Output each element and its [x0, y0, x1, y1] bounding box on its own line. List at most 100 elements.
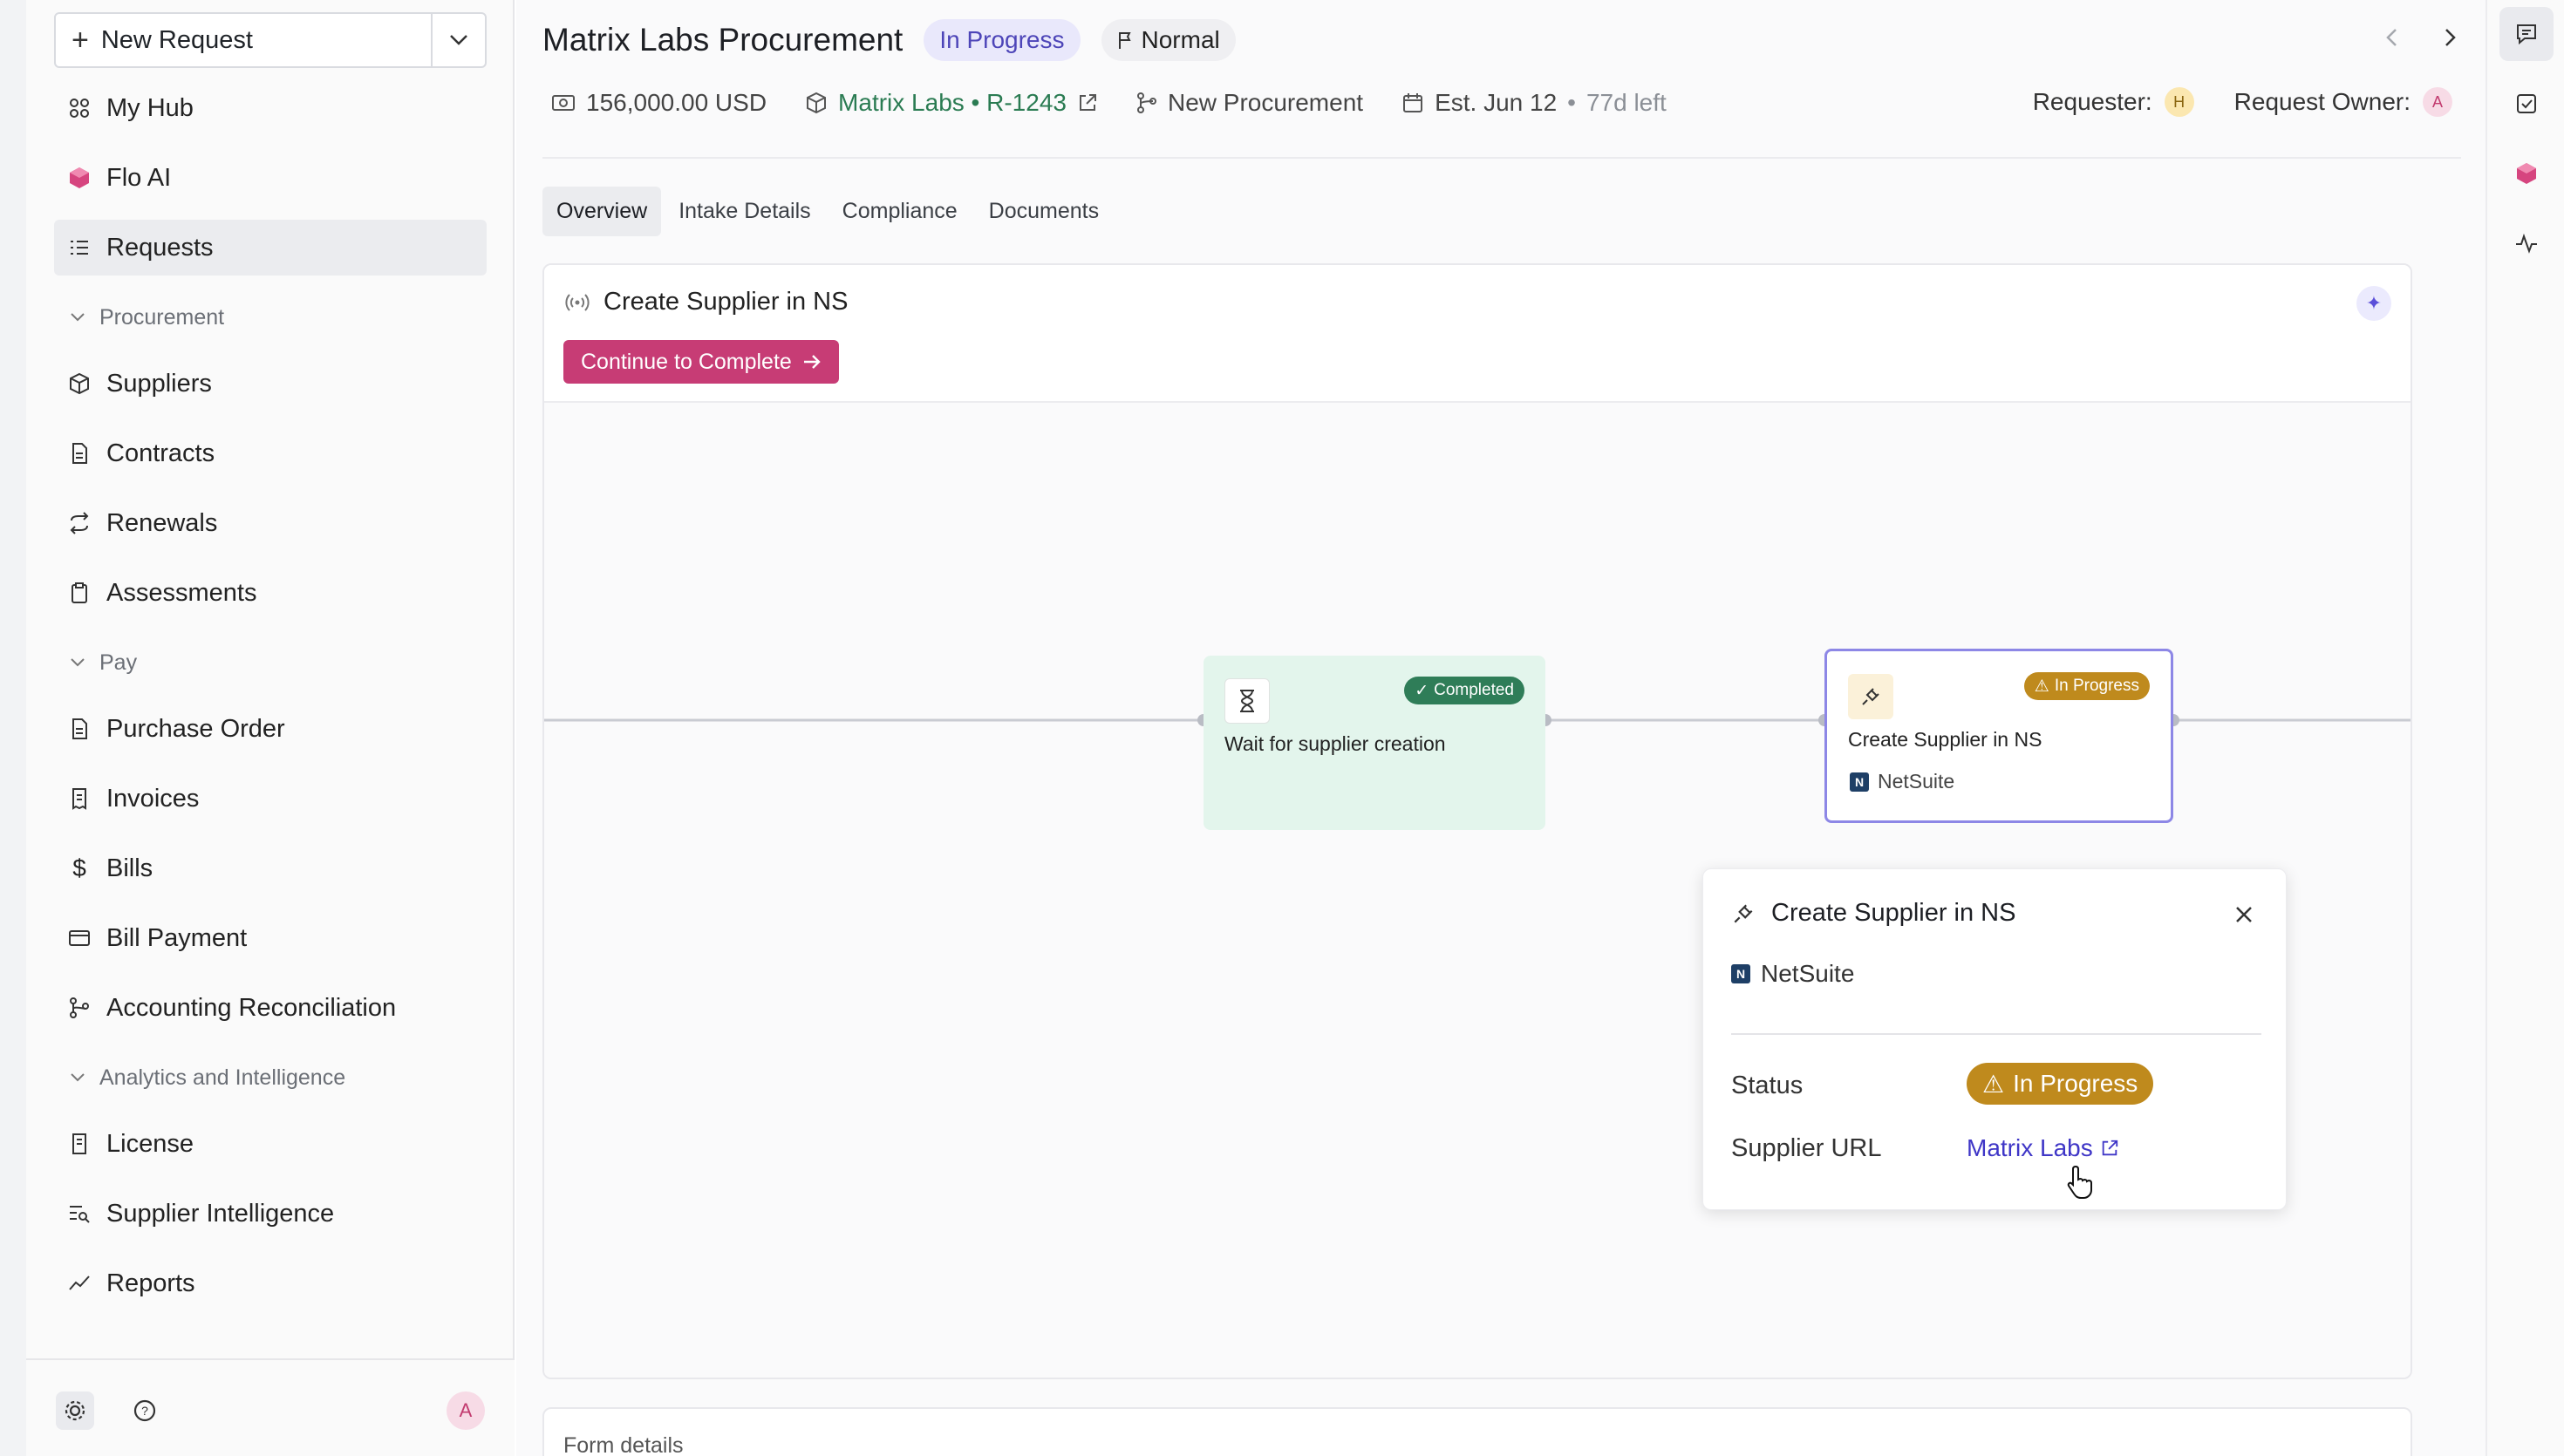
settings-button[interactable] [56, 1391, 94, 1430]
meta-separator: • [1567, 89, 1576, 116]
node-label: Wait for supplier creation [1224, 732, 1446, 755]
plus-icon: + [72, 24, 89, 57]
previous-record-button[interactable] [2381, 26, 2404, 49]
popover-integration: N NetSuite [1731, 960, 1854, 988]
sidebar-item-purchase-order[interactable]: Purchase Order [54, 701, 487, 757]
priority-badge[interactable]: Normal [1101, 19, 1236, 61]
section-header-pay[interactable]: Pay [54, 635, 487, 691]
search-list-icon [68, 1202, 91, 1225]
status-badge-label: In Progress [2013, 1070, 2138, 1097]
node-integration: N NetSuite [1850, 770, 1954, 793]
sidebar-item-suppliers[interactable]: Suppliers [54, 356, 487, 412]
hourglass-icon [1224, 678, 1270, 724]
svg-text:?: ? [141, 1404, 148, 1418]
workflow-step-title: Create Supplier in NS [565, 288, 848, 316]
sidebar-item-label: Supplier Intelligence [106, 1199, 335, 1228]
dollar-icon: $ [72, 854, 86, 881]
close-popover-button[interactable] [2228, 899, 2260, 930]
people-row: Requester: H Request Owner: A [2033, 87, 2452, 117]
sidebar-item-requests[interactable]: Requests [54, 220, 487, 276]
user-avatar-button[interactable]: A [447, 1391, 485, 1430]
sidebar-item-license[interactable]: License [54, 1116, 487, 1172]
close-icon [2236, 907, 2252, 922]
sidebar-item-label: Flo AI [106, 163, 172, 192]
status-pill-in-progress: ⚠ In Progress [2023, 672, 2150, 700]
sidebar-item-label: Invoices [106, 784, 200, 813]
flag-icon [1118, 32, 1131, 49]
chevron-down-icon [71, 658, 85, 667]
sidebar-item-assessments[interactable]: Assessments [54, 565, 487, 621]
gear-icon [65, 1400, 85, 1421]
sidebar-item-accounting-reconciliation[interactable]: Accounting Reconciliation [54, 980, 487, 1036]
next-record-button[interactable] [2438, 26, 2461, 49]
chevron-down-icon [450, 35, 467, 45]
supplier-url-text: Matrix Labs [1967, 1134, 2093, 1161]
cta-label: Continue to Complete [581, 349, 792, 374]
popover-title-text: Create Supplier in NS [1771, 899, 2016, 927]
supplier-url-link[interactable]: Matrix Labs [1967, 1134, 2119, 1162]
flo-ai-button[interactable] [2499, 146, 2554, 201]
status-row-value: ⚠ In Progress [1967, 1063, 2154, 1105]
workflow-card: Create Supplier in NS ✦ Continue to Comp… [542, 263, 2412, 1379]
sidebar-item-label: Suppliers [106, 369, 212, 398]
new-request-button[interactable]: + New Request [56, 14, 431, 66]
workflow-card-header: Create Supplier in NS ✦ Continue to Comp… [544, 265, 2411, 403]
form-details-card[interactable]: Form details [542, 1407, 2412, 1456]
tasks-button[interactable] [2499, 77, 2554, 131]
sidebar-item-renewals[interactable]: Renewals [54, 495, 487, 551]
sidebar-item-bills[interactable]: $ Bills [54, 840, 487, 896]
sidebar-item-reports[interactable]: Reports [54, 1255, 487, 1311]
page-title: Matrix Labs Procurement [542, 22, 904, 58]
request-owner[interactable]: Request Owner: A [2234, 87, 2452, 117]
tab-documents[interactable]: Documents [975, 187, 1113, 236]
request-owner-label: Request Owner: [2233, 88, 2411, 115]
license-icon [68, 1133, 91, 1155]
sidebar-item-my-hub[interactable]: My Hub [54, 80, 487, 136]
tab-intake-details[interactable]: Intake Details [665, 187, 824, 236]
section-header-analytics[interactable]: Analytics and Intelligence [54, 1050, 487, 1106]
calendar-icon [1403, 93, 1423, 112]
supplier-link[interactable]: Matrix Labs • R-1243 [805, 89, 1098, 117]
form-details-title: Form details [563, 1433, 684, 1456]
tab-overview[interactable]: Overview [542, 187, 662, 236]
workflow-node-create-supplier[interactable]: ⚠ In Progress Create Supplier in NS N Ne… [1824, 649, 2173, 823]
sidebar-item-flo-ai[interactable]: Flo AI [54, 150, 487, 206]
requester[interactable]: Requester: H [2033, 87, 2194, 117]
external-link-icon [1079, 94, 1096, 111]
workflow-node-wait[interactable]: ✓ Completed Wait for supplier creation [1204, 656, 1545, 830]
due-date-value: Est. Jun 12 [1435, 89, 1558, 116]
sidebar-item-bill-payment[interactable]: Bill Payment [54, 910, 487, 966]
activity-button[interactable] [2499, 216, 2554, 270]
section-header-procurement[interactable]: Procurement [54, 289, 487, 345]
sidebar-item-label: My Hub [106, 93, 194, 122]
sidebar-item-label: Purchase Order [106, 714, 285, 743]
supplier-url-row-label: Supplier URL [1731, 1134, 1882, 1162]
broadcast-icon [565, 293, 590, 311]
avatar: H [2164, 87, 2194, 117]
new-request-dropdown-button[interactable] [431, 14, 485, 66]
help-button[interactable]: ? [126, 1391, 164, 1430]
chevron-down-icon [71, 1073, 85, 1082]
continue-to-complete-button[interactable]: Continue to Complete [563, 340, 839, 384]
time-left-value: 77d left [1585, 89, 1667, 116]
title-row: Matrix Labs Procurement In Progress Norm… [542, 19, 1236, 61]
sidebar-item-supplier-intelligence[interactable]: Supplier Intelligence [54, 1186, 487, 1242]
arrow-right-icon [803, 355, 821, 369]
sidebar-item-invoices[interactable]: Invoices [54, 771, 487, 827]
record-pager [2381, 26, 2461, 49]
new-request-button-group: + New Request [54, 12, 487, 68]
status-badge: ⚠ In Progress [1967, 1063, 2154, 1105]
tab-compliance[interactable]: Compliance [829, 187, 972, 236]
sidebar-footer: ? A [26, 1358, 515, 1456]
status-badge[interactable]: In Progress [924, 19, 1081, 61]
clipboard-icon [68, 582, 91, 604]
main-content: Matrix Labs Procurement In Progress Norm… [516, 0, 2486, 1456]
sidebar-item-label: Reports [106, 1269, 195, 1297]
section-label: Analytics and Intelligence [99, 1065, 346, 1090]
ai-assist-button[interactable]: ✦ [2356, 286, 2391, 321]
comments-button[interactable] [2499, 7, 2554, 61]
sidebar-item-label: License [106, 1129, 194, 1158]
request-type-field: New Procurement [1136, 89, 1363, 117]
flo-ai-icon [2517, 163, 2536, 184]
sidebar-item-contracts[interactable]: Contracts [54, 425, 487, 481]
